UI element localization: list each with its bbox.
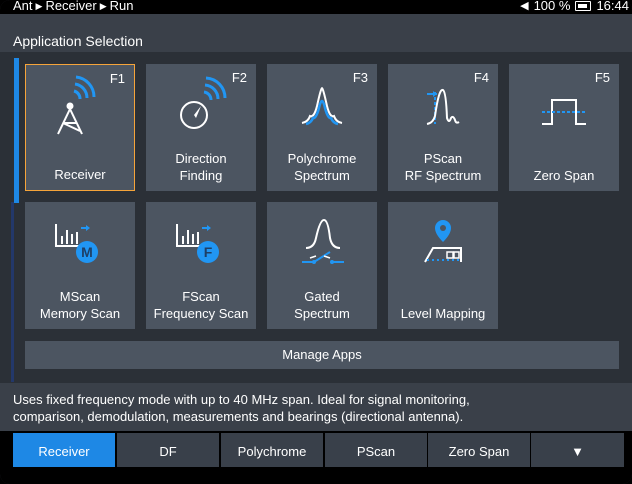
description-line-1: Uses fixed frequency mode with up to 40 … xyxy=(13,392,470,407)
status-indicators: ◀ 100 % 16:44 xyxy=(520,0,629,13)
pscan-spectrum-icon xyxy=(426,88,460,125)
app-description: Uses fixed frequency mode with up to 40 … xyxy=(0,383,632,431)
tile-label: Gated Spectrum xyxy=(294,289,350,321)
page-title: Application Selection xyxy=(13,33,143,49)
fscan-icon: F xyxy=(176,224,219,263)
tile-label: Zero Span xyxy=(533,168,595,183)
breadcrumb-receiver: Receiver xyxy=(45,0,97,13)
softkey-pscan[interactable]: PScan xyxy=(325,433,427,467)
tile-label: Polychrome Spectrum xyxy=(287,151,357,183)
breadcrumb-arrow-icon: ▶ xyxy=(35,1,43,11)
svg-text:F: F xyxy=(204,244,213,260)
manage-apps-button[interactable]: Manage Apps xyxy=(25,341,619,369)
row-indicator xyxy=(11,202,14,382)
breadcrumb-run: Run xyxy=(109,0,134,13)
app-tile-fscan[interactable]: F FScan Frequency Scan xyxy=(146,202,256,329)
title-bar: Application Selection xyxy=(0,14,632,52)
app-tile-polychrome-spectrum[interactable]: F3 Polychrome Spectrum xyxy=(267,64,377,191)
tile-label: MScan Memory Scan xyxy=(39,289,121,321)
svg-text:M: M xyxy=(81,244,93,260)
description-line-2: comparison, demodulation, measurements a… xyxy=(13,409,464,424)
mscan-icon: M xyxy=(55,224,98,263)
fkey-label: F2 xyxy=(231,70,247,85)
app-grid: F1 Receiver F2 Direction Finding F3 Poly… xyxy=(0,52,632,382)
level-mapping-icon xyxy=(424,220,462,263)
app-tile-gated-spectrum[interactable]: Gated Spectrum xyxy=(267,202,377,329)
battery-level: 100 % xyxy=(533,0,571,13)
gated-spectrum-icon xyxy=(302,218,344,264)
softkey-df[interactable]: DF xyxy=(117,433,219,467)
softkey-zero-span[interactable]: Zero Span xyxy=(428,433,530,467)
breadcrumb-arrow-icon: ▶ xyxy=(99,1,107,11)
app-tile-pscan[interactable]: F4 PScan RF Spectrum xyxy=(388,64,498,191)
fkey-label: F5 xyxy=(594,70,610,85)
breadcrumb: Ant ▶ Receiver ▶ Run xyxy=(13,0,134,13)
tile-label: Direction Finding xyxy=(175,151,227,183)
breadcrumb-ant: Ant xyxy=(13,0,33,13)
speaker-icon: ◀ xyxy=(520,0,529,12)
softkey-polychrome[interactable]: Polychrome xyxy=(221,433,323,467)
clock: 16:44 xyxy=(596,0,629,13)
app-tile-receiver[interactable]: F1 Receiver xyxy=(25,64,135,191)
status-bar: Ant ▶ Receiver ▶ Run ◀ 100 % 16:44 xyxy=(0,0,632,14)
tile-label: FScan Frequency Scan xyxy=(153,289,249,321)
bottom-bar xyxy=(0,469,632,484)
tile-label: Receiver xyxy=(54,167,106,182)
compass-wifi-icon xyxy=(180,76,227,129)
fkey-label: F3 xyxy=(352,70,368,85)
softkey-receiver[interactable]: Receiver xyxy=(13,433,115,467)
antenna-wifi-icon xyxy=(57,75,96,135)
app-tile-mscan[interactable]: M MScan Memory Scan xyxy=(25,202,135,329)
softkey-bar: Receiver DF Polychrome PScan Zero Span ▼ xyxy=(0,431,632,469)
fkey-label: F4 xyxy=(473,70,489,85)
focus-indicator xyxy=(14,58,19,203)
fkey-label: F1 xyxy=(109,71,125,86)
softkey-more-button[interactable]: ▼ xyxy=(531,433,624,467)
tile-label: PScan RF Spectrum xyxy=(404,151,482,183)
app-tile-direction-finding[interactable]: F2 Direction Finding xyxy=(146,64,256,191)
polychrome-spectrum-icon xyxy=(301,86,343,126)
tile-label: Level Mapping xyxy=(400,306,486,321)
device-screen: Ant ▶ Receiver ▶ Run ◀ 100 % 16:44 Appli… xyxy=(0,0,632,484)
battery-icon xyxy=(575,1,592,11)
app-tile-level-mapping[interactable]: Level Mapping xyxy=(388,202,498,329)
zero-span-pulse-icon xyxy=(542,99,586,125)
app-tile-zero-span[interactable]: F5 Zero Span xyxy=(509,64,619,191)
